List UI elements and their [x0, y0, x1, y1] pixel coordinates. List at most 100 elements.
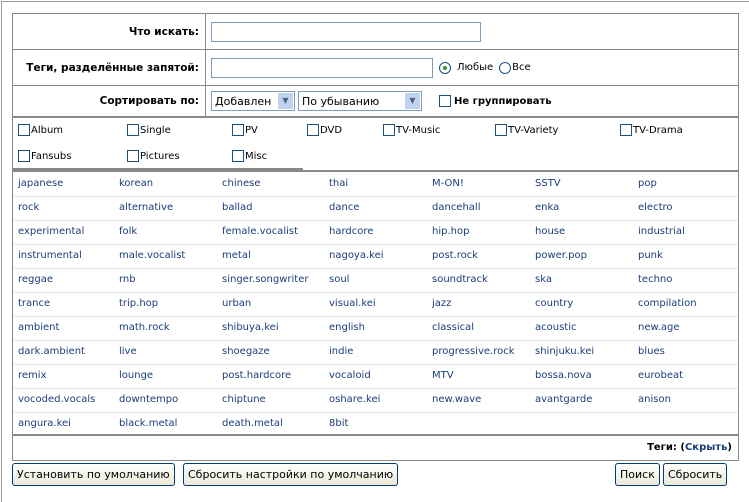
category-checkbox[interactable] — [127, 124, 139, 136]
tag-link[interactable]: oshare.kei — [329, 394, 380, 405]
tag-link[interactable]: acoustic — [535, 322, 577, 333]
tag-link[interactable]: dance — [329, 202, 359, 213]
tag-link[interactable]: male.vocalist — [119, 250, 185, 261]
hide-tags-link[interactable]: Скрыть — [685, 442, 727, 453]
sort-order-select[interactable]: По убыванию ▼ — [298, 91, 422, 111]
sort-by-select[interactable]: Добавлен ▼ — [211, 91, 295, 111]
tag-link[interactable]: country — [535, 298, 573, 309]
tag-link[interactable]: vocoded.vocals — [18, 394, 95, 405]
category-checkbox[interactable] — [18, 150, 30, 162]
tag-link[interactable]: SSTV — [535, 178, 561, 189]
tag-link[interactable]: techno — [638, 274, 672, 285]
category-album[interactable]: Album — [18, 124, 63, 136]
tag-link[interactable]: anison — [638, 394, 671, 405]
tag-link[interactable]: chiptune — [222, 394, 266, 405]
tag-link[interactable]: bossa.nova — [535, 370, 592, 381]
tags-input[interactable] — [211, 57, 433, 78]
tag-link[interactable]: rnb — [119, 274, 136, 285]
tag-link[interactable]: trance — [18, 298, 50, 309]
tag-link[interactable]: korean — [119, 178, 153, 189]
tag-link[interactable]: trip.hop — [119, 298, 158, 309]
tag-link[interactable]: new.age — [638, 322, 680, 333]
search-button[interactable]: Поиск — [615, 463, 660, 486]
tag-link[interactable]: soundtrack — [432, 274, 488, 285]
tag-link[interactable]: shibuya.kei — [222, 322, 279, 333]
nogroup-checkbox[interactable] — [439, 95, 451, 107]
tag-link[interactable]: new.wave — [432, 394, 481, 405]
any-radio[interactable] — [439, 61, 451, 74]
category-checkbox[interactable] — [127, 150, 139, 162]
tag-link[interactable]: dancehall — [432, 202, 481, 213]
tag-link[interactable]: lounge — [119, 370, 153, 381]
tag-link[interactable]: power.pop — [535, 250, 587, 261]
tag-link[interactable]: thai — [329, 178, 348, 189]
tag-link[interactable]: 8bit — [329, 418, 348, 429]
tag-link[interactable]: classical — [432, 322, 474, 333]
tag-link[interactable]: avantgarde — [535, 394, 592, 405]
category-dvd[interactable]: DVD — [307, 124, 342, 136]
tag-link[interactable]: house — [535, 226, 565, 237]
tag-link[interactable]: instrumental — [18, 250, 82, 261]
tag-link[interactable]: industrial — [638, 226, 685, 237]
category-checkbox[interactable] — [495, 124, 507, 136]
tag-link[interactable]: female.vocalist — [222, 226, 298, 237]
category-checkbox[interactable] — [232, 124, 244, 136]
tag-link[interactable]: ska — [535, 274, 552, 285]
category-fansubs[interactable]: Fansubs — [18, 150, 71, 162]
tag-link[interactable]: chinese — [222, 178, 260, 189]
tag-link[interactable]: folk — [119, 226, 137, 237]
category-checkbox[interactable] — [232, 150, 244, 162]
category-checkbox[interactable] — [620, 124, 632, 136]
tag-link[interactable]: metal — [222, 250, 251, 261]
category-tv-music[interactable]: TV-Music — [383, 124, 440, 136]
tag-link[interactable]: english — [329, 322, 365, 333]
tag-link[interactable]: singer.songwriter — [222, 274, 308, 285]
tag-link[interactable]: blues — [638, 346, 665, 357]
tag-link[interactable]: dark.ambient — [18, 346, 85, 357]
category-misc[interactable]: Misc — [232, 150, 267, 162]
tag-link[interactable]: indie — [329, 346, 353, 357]
category-checkbox[interactable] — [307, 124, 319, 136]
tag-link[interactable]: nagoya.kei — [329, 250, 384, 261]
reset-default-button[interactable]: Сбросить настройки по умолчанию — [183, 463, 399, 486]
set-default-button[interactable]: Установить по умолчанию — [12, 463, 175, 486]
category-single[interactable]: Single — [127, 124, 171, 136]
tag-link[interactable]: live — [119, 346, 137, 357]
tag-link[interactable]: ballad — [222, 202, 253, 213]
category-pictures[interactable]: Pictures — [127, 150, 180, 162]
tag-link[interactable]: angura.kei — [18, 418, 71, 429]
reset-button[interactable]: Сбросить — [663, 463, 728, 486]
tag-link[interactable]: M-ON! — [432, 178, 464, 189]
tag-link[interactable]: hardcore — [329, 226, 373, 237]
tag-link[interactable]: japanese — [18, 178, 63, 189]
tag-link[interactable]: experimental — [18, 226, 84, 237]
category-tv-drama[interactable]: TV-Drama — [620, 124, 683, 136]
tag-link[interactable]: electro — [638, 202, 673, 213]
what-input[interactable] — [211, 21, 481, 42]
tag-link[interactable]: pop — [638, 178, 657, 189]
all-radio[interactable] — [499, 61, 512, 74]
tag-link[interactable]: MTV — [432, 370, 454, 381]
tag-link[interactable]: vocaloid — [329, 370, 371, 381]
tag-link[interactable]: black.metal — [119, 418, 177, 429]
category-pv[interactable]: PV — [232, 124, 258, 136]
tag-link[interactable]: rock — [18, 202, 39, 213]
tag-link[interactable]: compilation — [638, 298, 697, 309]
tag-link[interactable]: math.rock — [119, 322, 170, 333]
tag-link[interactable]: ambient — [18, 322, 59, 333]
category-checkbox[interactable] — [18, 124, 30, 136]
tag-link[interactable]: progressive.rock — [432, 346, 515, 357]
tag-link[interactable]: post.rock — [432, 250, 478, 261]
category-checkbox[interactable] — [383, 124, 395, 136]
tag-link[interactable]: eurobeat — [638, 370, 683, 381]
tag-link[interactable]: soul — [329, 274, 349, 285]
tag-link[interactable]: enka — [535, 202, 559, 213]
category-tv-variety[interactable]: TV-Variety — [495, 124, 558, 136]
tag-link[interactable]: reggae — [18, 274, 53, 285]
tag-link[interactable]: remix — [18, 370, 46, 381]
tag-link[interactable]: punk — [638, 250, 663, 261]
tag-link[interactable]: death.metal — [222, 418, 283, 429]
tag-link[interactable]: jazz — [432, 298, 451, 309]
tag-link[interactable]: hip.hop — [432, 226, 469, 237]
tag-link[interactable]: alternative — [119, 202, 173, 213]
